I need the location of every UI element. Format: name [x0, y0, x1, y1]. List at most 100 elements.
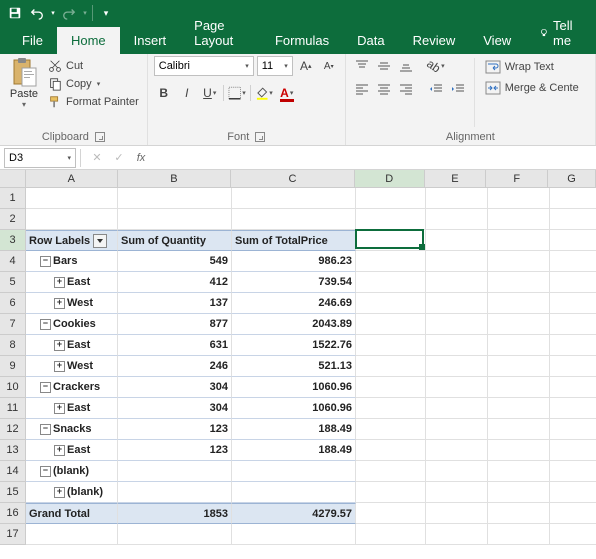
bold-button[interactable]: B [154, 83, 174, 103]
pivot-label[interactable]: −Cookies [26, 314, 118, 335]
pivot-qty[interactable]: 304 [118, 377, 232, 398]
decrease-font-button[interactable]: A▾ [319, 56, 339, 76]
cell-G16[interactable] [550, 503, 596, 524]
pivot-qty[interactable]: 123 [118, 419, 232, 440]
pivot-header-qty[interactable]: Sum of Quantity [118, 230, 232, 251]
align-center-button[interactable] [374, 79, 394, 99]
cell-F14[interactable] [488, 461, 550, 482]
expand-button[interactable]: + [54, 445, 65, 456]
column-header-E[interactable]: E [425, 170, 487, 188]
pivot-price[interactable] [232, 482, 356, 503]
row-header-10[interactable]: 10 [0, 377, 26, 398]
cell-G10[interactable] [550, 377, 596, 398]
cell-E12[interactable] [426, 419, 488, 440]
clipboard-dialog-launcher[interactable] [95, 132, 105, 142]
collapse-button[interactable]: − [40, 319, 51, 330]
cell-D15[interactable] [356, 482, 426, 503]
cell-F9[interactable] [488, 356, 550, 377]
pivot-qty[interactable]: 123 [118, 440, 232, 461]
pivot-grandtotal-qty[interactable]: 1853 [118, 503, 232, 524]
insert-function-button[interactable]: fx [131, 149, 151, 167]
cell-E3[interactable] [426, 230, 488, 251]
pivot-qty[interactable]: 137 [118, 293, 232, 314]
cell-A17[interactable] [26, 524, 118, 545]
cell-E5[interactable] [426, 272, 488, 293]
pivot-label[interactable]: +(blank) [26, 482, 118, 503]
cell-E8[interactable] [426, 335, 488, 356]
undo-button[interactable] [26, 2, 48, 24]
cell-B17[interactable] [118, 524, 232, 545]
expand-button[interactable]: + [54, 277, 65, 288]
pivot-price[interactable] [232, 461, 356, 482]
expand-button[interactable]: + [54, 487, 65, 498]
cell-D9[interactable] [356, 356, 426, 377]
wrap-text-button[interactable]: Wrap Text [481, 58, 583, 76]
cell-D8[interactable] [356, 335, 426, 356]
cell-A1[interactable] [26, 188, 118, 209]
row-header-16[interactable]: 16 [0, 503, 26, 524]
cell-E1[interactable] [426, 188, 488, 209]
row-header-3[interactable]: 3 [0, 230, 26, 251]
cell-D12[interactable] [356, 419, 426, 440]
redo-button[interactable] [58, 2, 80, 24]
cell-G2[interactable] [550, 209, 596, 230]
cell-D2[interactable] [356, 209, 426, 230]
cell-D5[interactable] [356, 272, 426, 293]
pivot-qty[interactable]: 304 [118, 398, 232, 419]
row-header-5[interactable]: 5 [0, 272, 26, 293]
column-header-D[interactable]: D [355, 170, 425, 188]
cell-C17[interactable] [232, 524, 356, 545]
expand-button[interactable]: + [54, 298, 65, 309]
orientation-button[interactable]: ab▾ [426, 56, 446, 76]
copy-button[interactable]: Copy▾ [46, 76, 141, 92]
align-bottom-button[interactable] [396, 56, 416, 76]
pivot-label[interactable]: −Crackers [26, 377, 118, 398]
cell-G14[interactable] [550, 461, 596, 482]
cell-E11[interactable] [426, 398, 488, 419]
cell-F15[interactable] [488, 482, 550, 503]
cell-F16[interactable] [488, 503, 550, 524]
increase-indent-button[interactable] [448, 79, 468, 99]
row-header-12[interactable]: 12 [0, 419, 26, 440]
cell-G5[interactable] [550, 272, 596, 293]
expand-button[interactable]: + [54, 403, 65, 414]
pivot-price[interactable]: 1522.76 [232, 335, 356, 356]
pivot-label[interactable]: +East [26, 272, 118, 293]
format-painter-button[interactable]: Format Painter [46, 94, 141, 110]
row-header-17[interactable]: 17 [0, 524, 26, 545]
paste-button[interactable]: Paste ▾ [6, 56, 42, 129]
cell-D16[interactable] [356, 503, 426, 524]
pivot-qty[interactable]: 631 [118, 335, 232, 356]
pivot-label[interactable]: −Bars [26, 251, 118, 272]
enter-formula-button[interactable]: ✓ [109, 149, 129, 167]
pivot-label[interactable]: +East [26, 398, 118, 419]
column-header-A[interactable]: A [26, 170, 118, 188]
cell-G4[interactable] [550, 251, 596, 272]
pivot-grandtotal-label[interactable]: Grand Total [26, 503, 118, 524]
cell-B2[interactable] [118, 209, 232, 230]
cell-D7[interactable] [356, 314, 426, 335]
pivot-header-rowlabels[interactable]: Row Labels [26, 230, 118, 251]
pivot-qty[interactable] [118, 482, 232, 503]
column-header-C[interactable]: C [231, 170, 355, 188]
undo-dropdown[interactable]: ▾ [48, 2, 58, 24]
cell-F1[interactable] [488, 188, 550, 209]
tab-pagelayout[interactable]: Page Layout [180, 12, 261, 54]
cell-B1[interactable] [118, 188, 232, 209]
tab-data[interactable]: Data [343, 27, 398, 54]
cell-F6[interactable] [488, 293, 550, 314]
cut-button[interactable]: Cut [46, 58, 141, 74]
tab-home[interactable]: Home [57, 27, 120, 54]
cell-D4[interactable] [356, 251, 426, 272]
tab-review[interactable]: Review [399, 27, 470, 54]
pivot-qty[interactable]: 877 [118, 314, 232, 335]
row-labels-filter[interactable] [93, 234, 107, 248]
cell-D3[interactable] [356, 230, 426, 251]
cell-F4[interactable] [488, 251, 550, 272]
pivot-label[interactable]: −Snacks [26, 419, 118, 440]
fill-color-button[interactable]: ▾ [254, 83, 274, 103]
cell-D14[interactable] [356, 461, 426, 482]
pivot-price[interactable]: 246.69 [232, 293, 356, 314]
pivot-qty[interactable]: 549 [118, 251, 232, 272]
pivot-price[interactable]: 2043.89 [232, 314, 356, 335]
